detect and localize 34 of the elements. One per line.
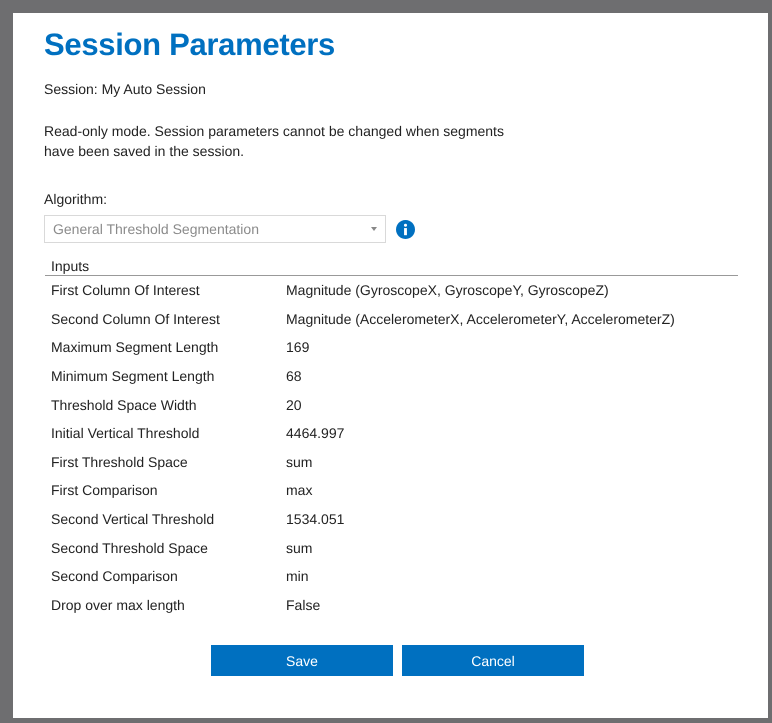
- parameter-name: Second Threshold Space: [51, 540, 209, 556]
- parameter-name: Second Comparison: [51, 568, 179, 584]
- dialog-title: Session Parameters: [44, 27, 336, 63]
- parameter-name: Threshold Space Width: [51, 396, 198, 413]
- parameter-name: First Comparison: [51, 482, 159, 498]
- parameter-value: 4464.997: [286, 425, 346, 442]
- parameter-value: Magnitude (AccelerometerX, AccelerometerY, AccelerometerZ): [286, 310, 676, 327]
- caret-icon: [371, 227, 377, 231]
- parameter-value: 20: [286, 396, 303, 413]
- parameter-value: 1534.051: [286, 511, 346, 528]
- cancel-button[interactable]: Cancel: [402, 645, 584, 676]
- parameter-value: min: [286, 568, 310, 584]
- parameter-name: Maximum Segment Length: [51, 339, 220, 356]
- parameter-value: sum: [286, 540, 314, 556]
- parameter-name: First Threshold Space: [51, 454, 189, 470]
- info-icon[interactable]: [396, 220, 415, 238]
- parameter-value: sum: [286, 454, 314, 470]
- save-button[interactable]: Save: [211, 645, 393, 676]
- session-name: Session: My Auto Session: [44, 80, 207, 99]
- parameter-name: First Column Of Interest: [51, 282, 201, 298]
- parameter-value: 169: [286, 339, 310, 356]
- parameter-name: Initial Vertical Threshold: [51, 425, 200, 442]
- parameter-value: False: [286, 596, 322, 613]
- parameter-value: max: [286, 482, 314, 498]
- algorithm-label: Algorithm:: [44, 190, 108, 209]
- algorithm-dropdown: General Threshold Segmentation: [44, 215, 386, 243]
- inputs-heading: Inputs: [45, 257, 738, 276]
- parameter-name: Drop over max length: [51, 596, 186, 613]
- parameter-name: Second Vertical Threshold: [51, 511, 216, 528]
- parameter-name: Minimum Segment Length: [51, 368, 216, 384]
- parameter-name: Second Column Of Interest: [51, 310, 221, 327]
- read-only-notice: Read-only mode. Session parameters cannot be changed when segments have been saved in the session.: [44, 122, 504, 161]
- parameter-value: 68: [286, 368, 303, 384]
- parameter-value: Magnitude (GyroscopeX, GyroscopeY, GyroscopeZ): [286, 282, 610, 298]
